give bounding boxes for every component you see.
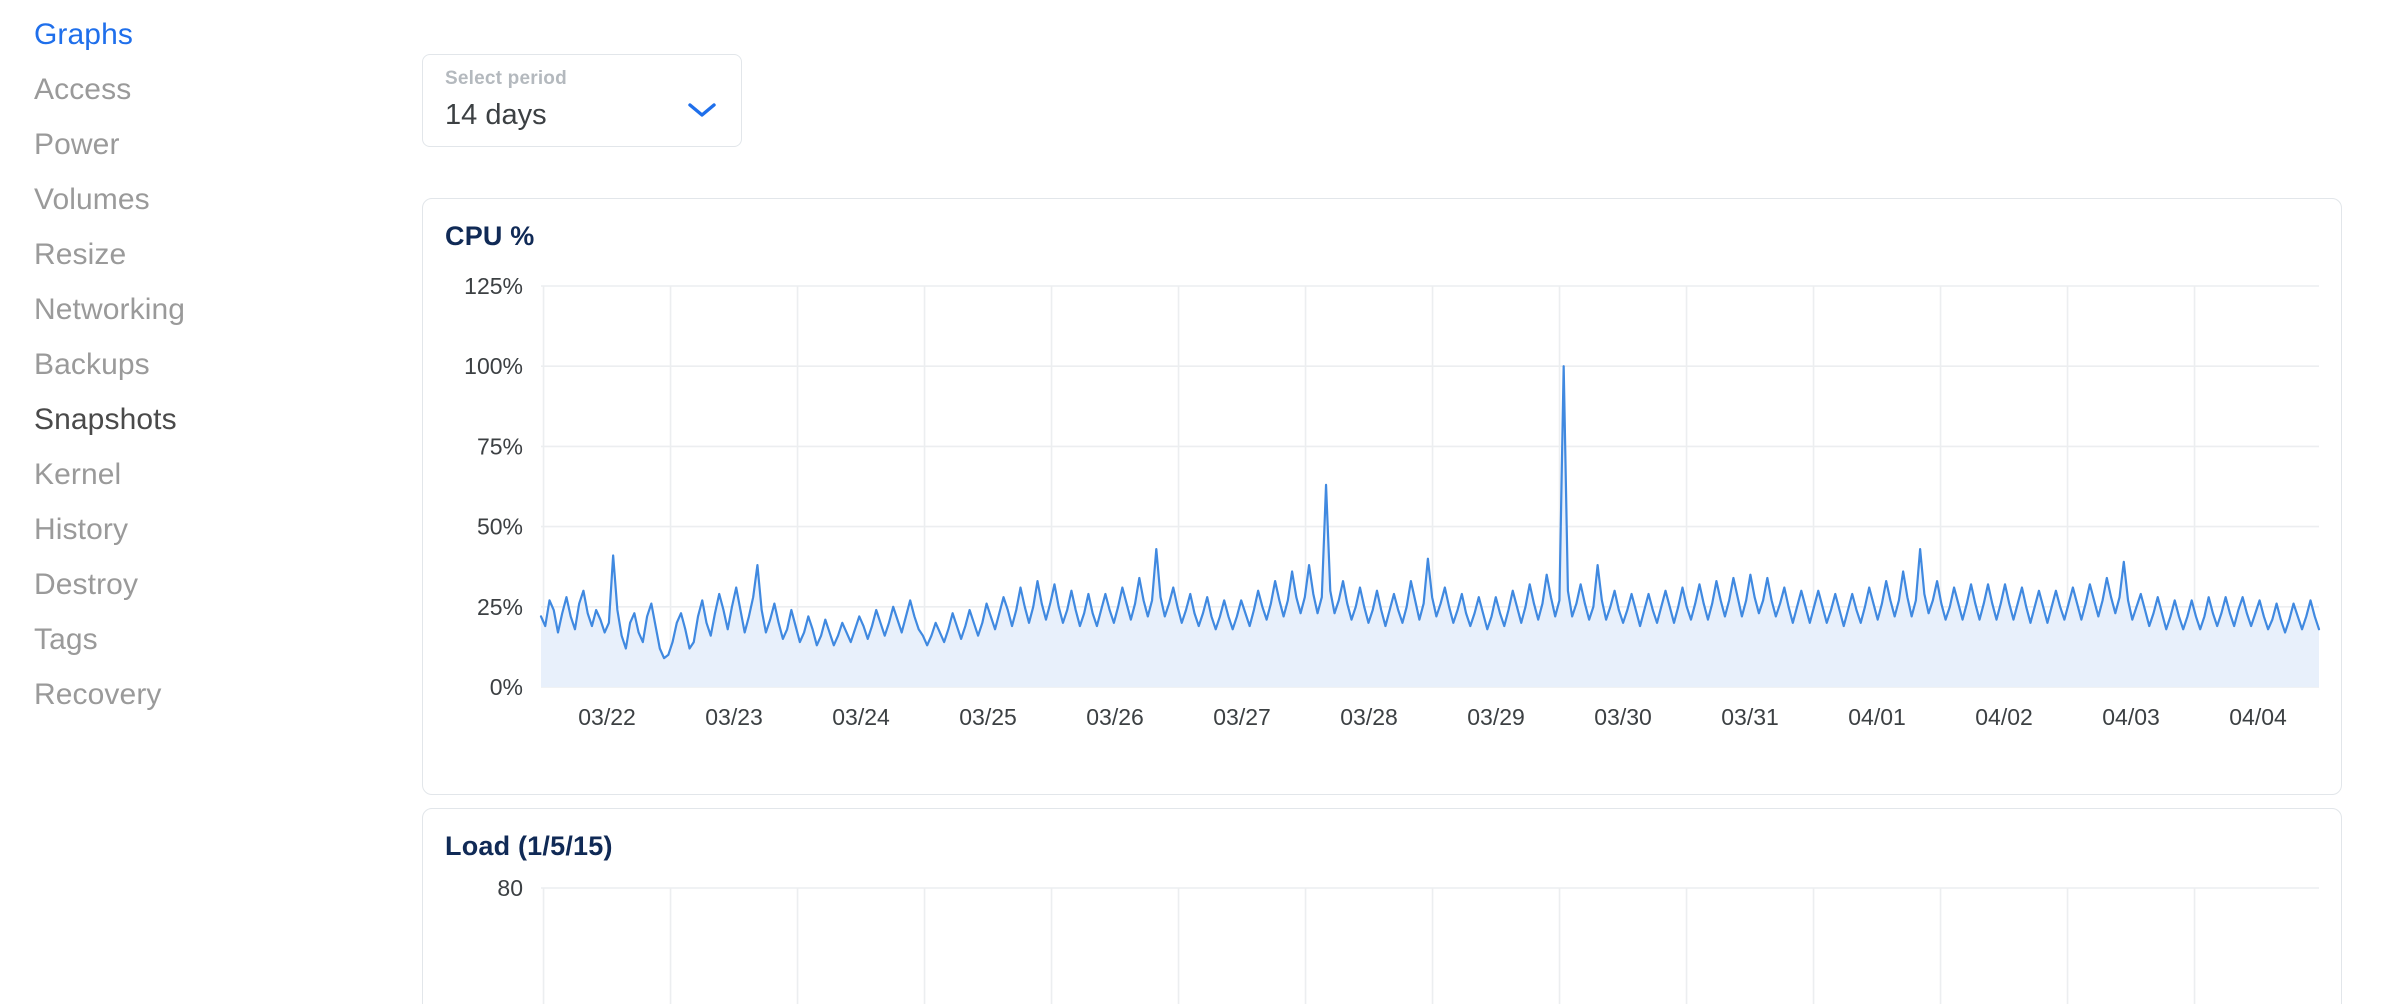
svg-text:03/23: 03/23 — [705, 704, 763, 730]
period-select-value: 14 days — [445, 99, 547, 131]
main-content: Select period 14 days CPU % 0% 25% 50% 75% 1… — [420, 0, 2394, 1004]
load-chart-title: Load (1/5/15) — [445, 831, 613, 861]
svg-text:04/02: 04/02 — [1975, 704, 2033, 730]
svg-text:03/28: 03/28 — [1340, 704, 1398, 730]
sidebar-item-networking[interactable]: Networking — [34, 283, 420, 338]
svg-text:25%: 25% — [477, 594, 523, 620]
svg-text:03/24: 03/24 — [832, 704, 890, 730]
svg-text:03/30: 03/30 — [1594, 704, 1652, 730]
svg-text:0%: 0% — [490, 674, 523, 700]
svg-text:03/22: 03/22 — [578, 704, 636, 730]
graphs-page: Graphs Access Power Volumes Resize Netwo… — [0, 0, 2394, 1004]
cpu-chart-plot[interactable]: 0% 25% 50% 75% 100% 125% 03/22 03/23 03/24 03/25 0… — [423, 250, 2341, 760]
svg-text:04/04: 04/04 — [2229, 704, 2287, 730]
cpu-chart-card: CPU % 0% 25% 50% 75% 100% 125% 03/22 03/23 03/24… — [422, 198, 2342, 795]
svg-text:75%: 75% — [477, 433, 523, 459]
sidebar-nav: Graphs Access Power Volumes Resize Netwo… — [0, 0, 420, 1004]
load-chart-svg: 6080 — [497, 875, 2319, 1004]
sidebar-item-snapshots[interactable]: Snapshots — [34, 393, 420, 448]
sidebar-item-destroy[interactable]: Destroy — [34, 558, 420, 613]
svg-text:100%: 100% — [464, 353, 523, 379]
cpu-chart-title: CPU % — [445, 221, 535, 251]
sidebar-item-power[interactable]: Power — [34, 118, 420, 173]
load-chart-plot[interactable]: 6080 — [423, 860, 2341, 1004]
period-select-label: Select period — [445, 68, 567, 89]
sidebar-item-graphs[interactable]: Graphs — [34, 8, 420, 63]
svg-text:03/26: 03/26 — [1086, 704, 1144, 730]
load-chart-card: Load (1/5/15) 6080 — [422, 808, 2342, 1004]
svg-text:50%: 50% — [477, 514, 523, 540]
period-select[interactable]: Select period 14 days — [422, 54, 742, 147]
svg-text:04/03: 04/03 — [2102, 704, 2160, 730]
svg-text:03/27: 03/27 — [1213, 704, 1271, 730]
sidebar-item-tags[interactable]: Tags — [34, 613, 420, 668]
svg-text:03/29: 03/29 — [1467, 704, 1525, 730]
svg-text:04/01: 04/01 — [1848, 704, 1906, 730]
svg-text:80: 80 — [497, 875, 523, 901]
sidebar-item-recovery[interactable]: Recovery — [34, 668, 420, 723]
svg-text:03/25: 03/25 — [959, 704, 1017, 730]
cpu-chart-svg: 0% 25% 50% 75% 100% 125% 03/22 03/23 03/24 03/25 0… — [464, 273, 2321, 730]
sidebar-item-volumes[interactable]: Volumes — [34, 173, 420, 228]
chevron-down-icon — [688, 103, 716, 117]
sidebar-item-access[interactable]: Access — [34, 63, 420, 118]
sidebar-item-backups[interactable]: Backups — [34, 338, 420, 393]
svg-text:125%: 125% — [464, 273, 523, 299]
svg-text:03/31: 03/31 — [1721, 704, 1779, 730]
sidebar-item-history[interactable]: History — [34, 503, 420, 558]
sidebar-item-kernel[interactable]: Kernel — [34, 448, 420, 503]
sidebar-item-resize[interactable]: Resize — [34, 228, 420, 283]
